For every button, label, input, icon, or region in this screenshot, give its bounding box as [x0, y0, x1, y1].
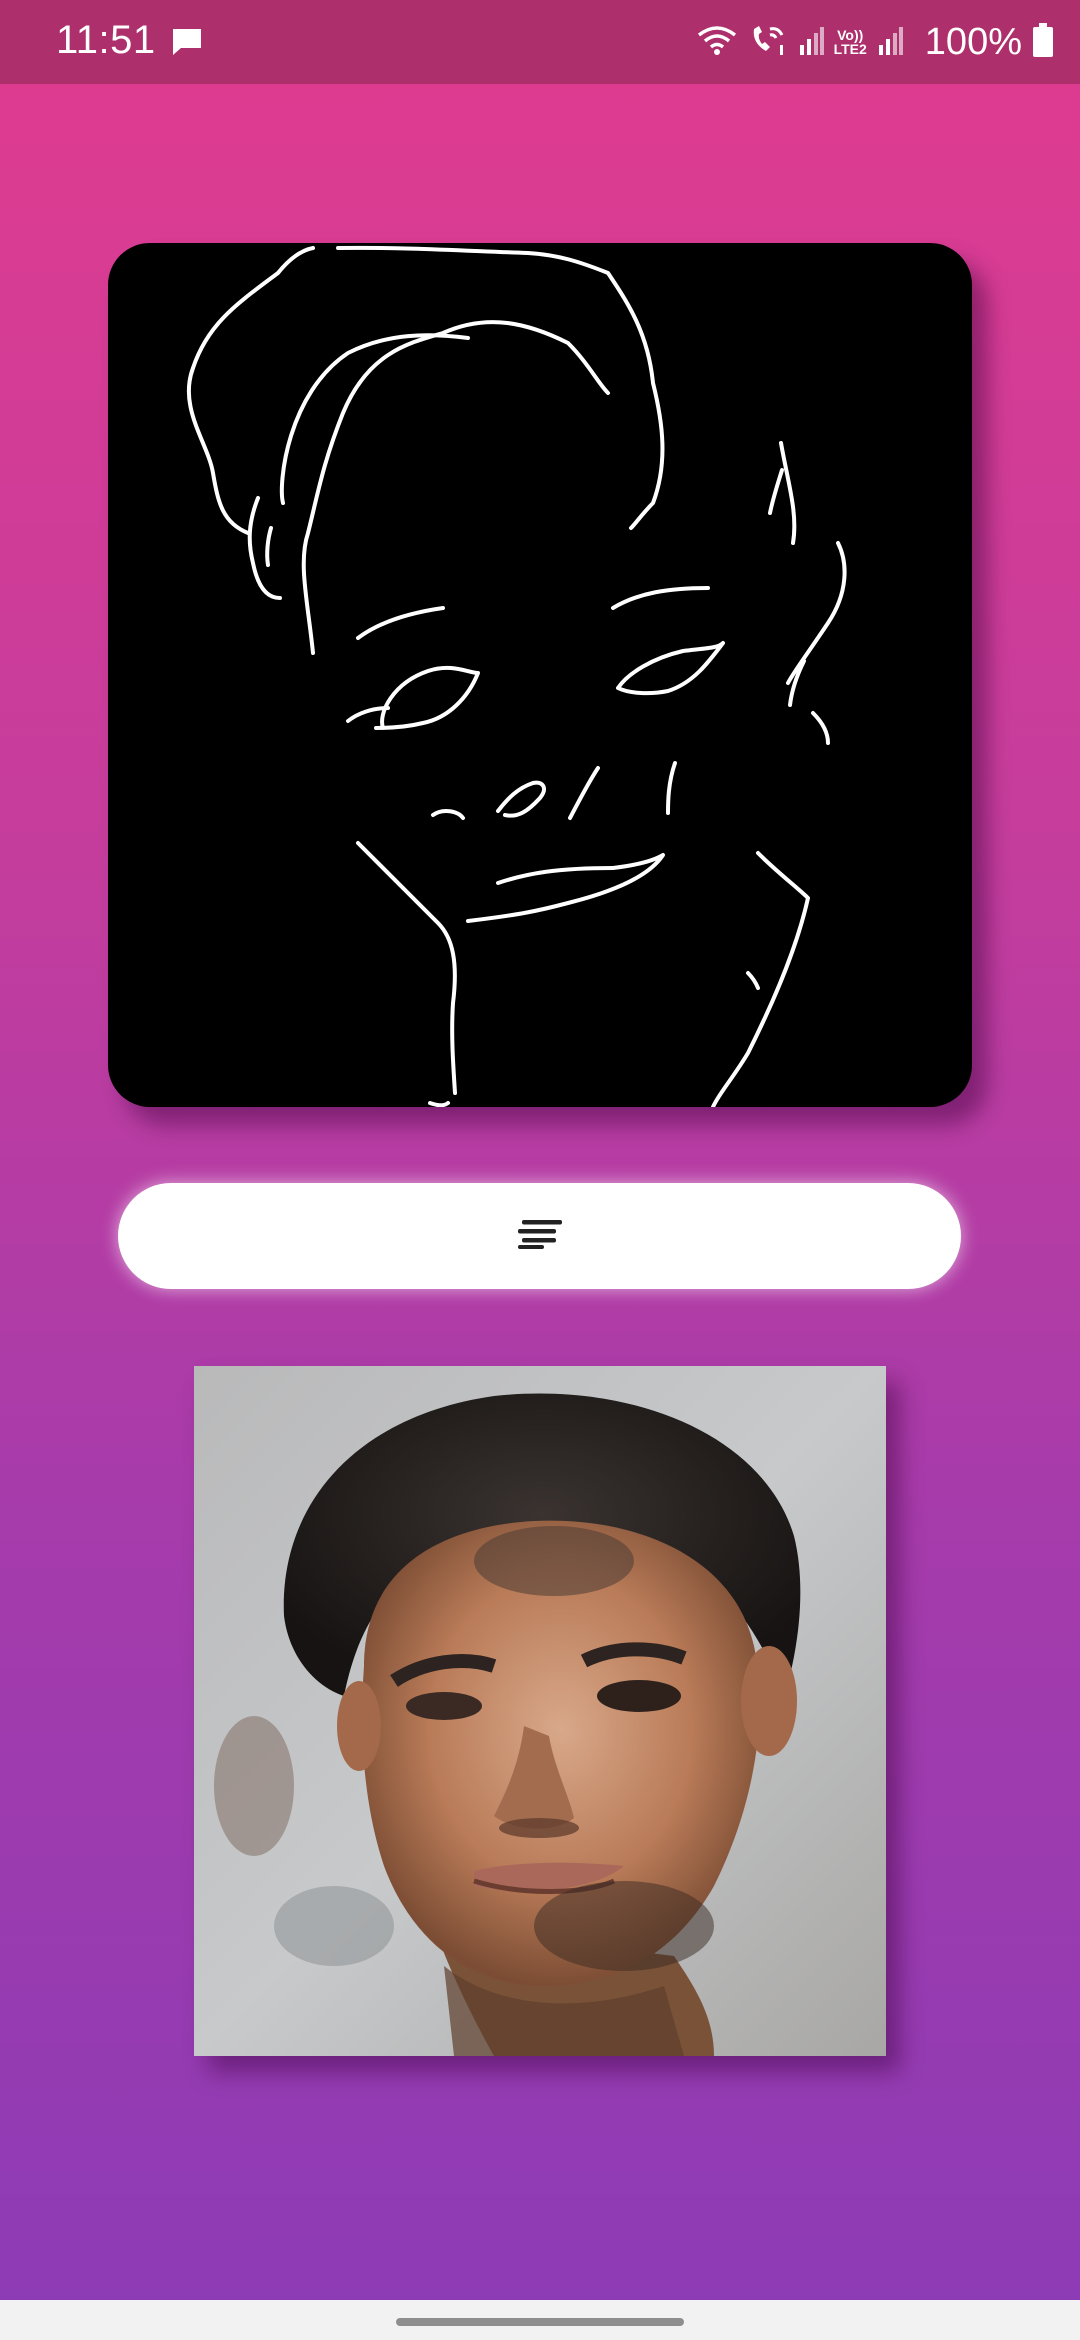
message-icon: [170, 26, 204, 63]
volte-bottom-label: LTE2: [833, 41, 867, 57]
wifi-icon: [696, 23, 738, 62]
sketch-drawing: [186, 245, 847, 1107]
volte-icon: Vo)) LTE2: [834, 28, 867, 56]
status-time: 11:51: [56, 18, 156, 62]
battery-icon: [1032, 22, 1054, 63]
sort-lines-icon: [516, 1219, 564, 1254]
wifi-call-icon: [748, 23, 788, 62]
battery-percent: 100%: [924, 20, 1022, 63]
generated-face-image: [194, 1366, 886, 2056]
status-icons: Vo)) LTE2 100%: [696, 16, 1054, 68]
generate-button[interactable]: [118, 1183, 961, 1289]
home-handle[interactable]: [396, 2318, 684, 2326]
status-bar: 11:51 Vo)) LTE2 100%: [0, 0, 1080, 84]
sketch-canvas[interactable]: [108, 243, 972, 1107]
volte-top-label: Vo)): [837, 27, 864, 43]
signal-icon: [798, 25, 824, 60]
signal-icon-2: [877, 25, 903, 60]
gesture-nav-bar: [0, 2300, 1080, 2340]
